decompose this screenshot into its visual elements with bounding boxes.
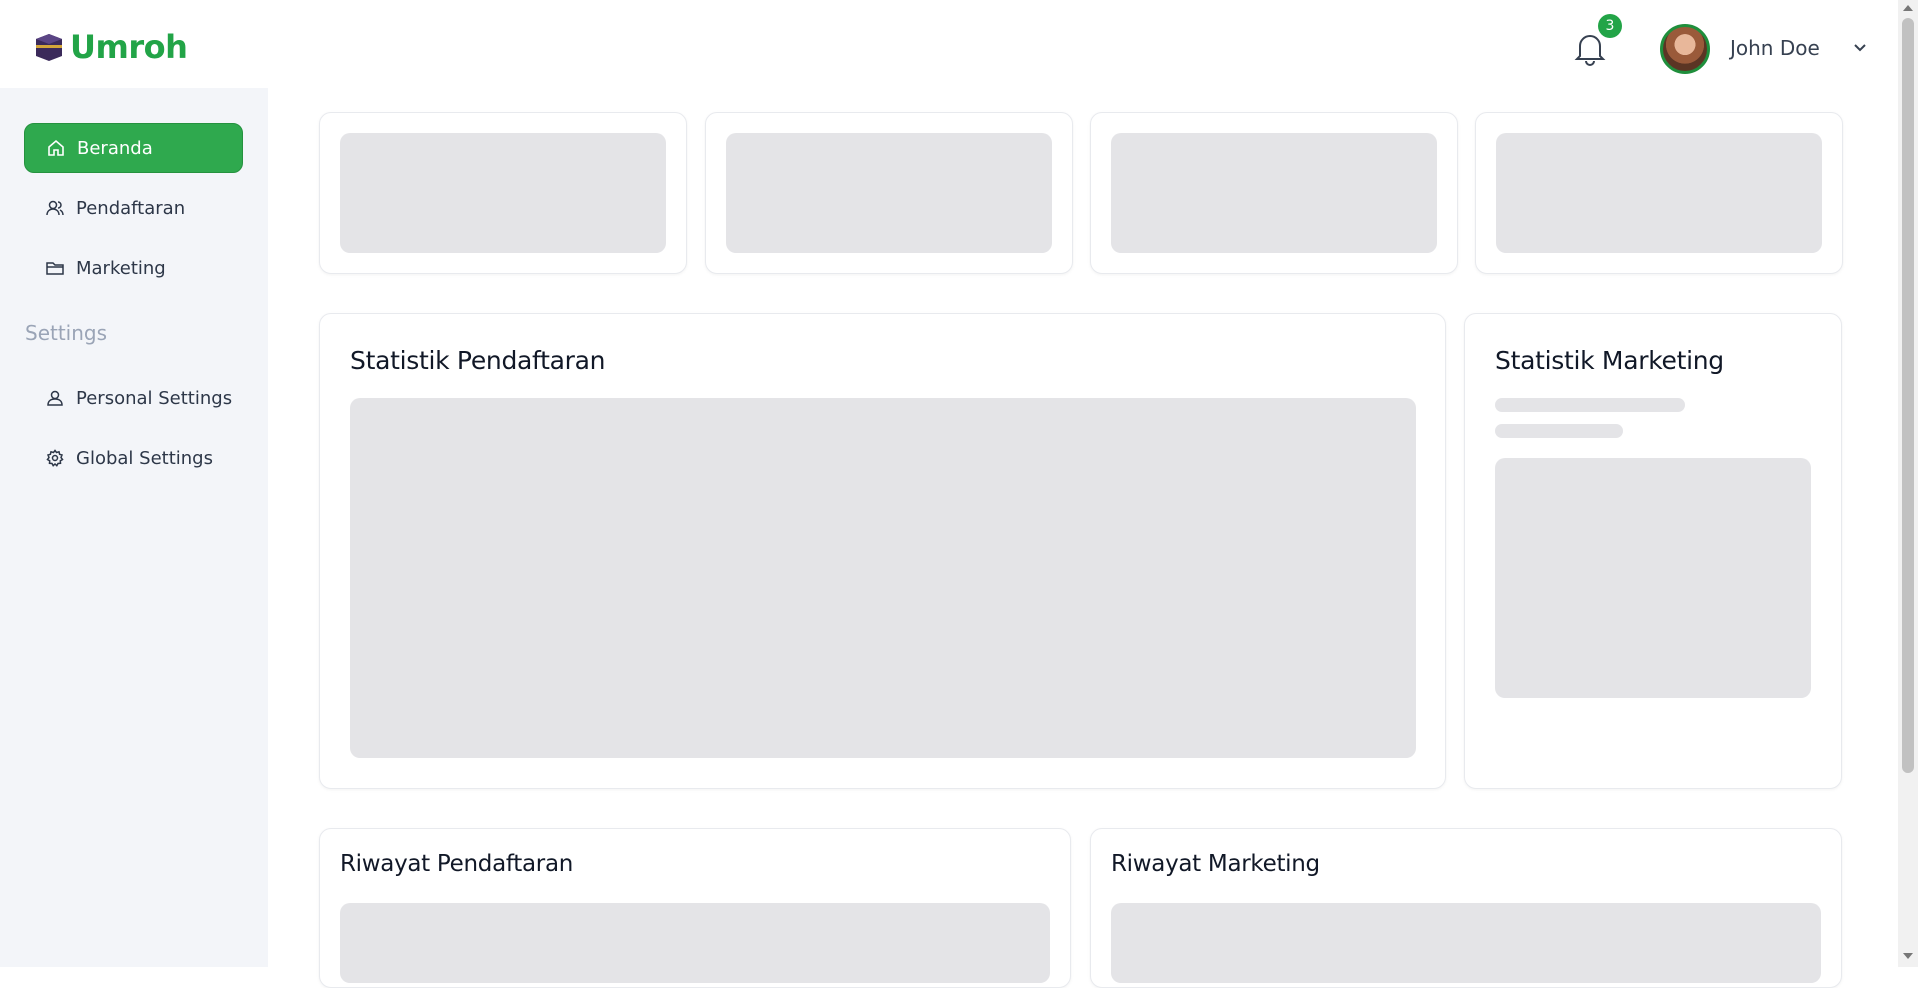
home-icon xyxy=(48,139,64,156)
chart-skeleton xyxy=(350,398,1416,758)
chevron-down-icon[interactable] xyxy=(1850,38,1870,58)
scroll-up-arrow-icon[interactable] xyxy=(1903,5,1913,11)
app-name: Umroh xyxy=(70,28,188,66)
stat-card xyxy=(1090,112,1458,274)
skeleton-line xyxy=(1495,398,1685,412)
card-title: Riwayat Marketing xyxy=(1111,851,1320,877)
notification-badge: 3 xyxy=(1598,14,1622,38)
card-title: Statistik Marketing xyxy=(1495,346,1724,375)
skeleton-placeholder xyxy=(1496,133,1822,253)
scroll-down-arrow-icon[interactable] xyxy=(1903,953,1913,959)
skeleton-placeholder xyxy=(340,133,666,253)
sidebar-item-personal-settings[interactable]: Personal Settings xyxy=(24,373,243,423)
sidebar: Beranda Pendaftaran Marketing Settings P… xyxy=(0,88,268,967)
sidebar-item-label: Global Settings xyxy=(76,447,213,469)
user-name[interactable]: John Doe xyxy=(1730,36,1820,60)
user-icon xyxy=(47,390,63,406)
table-skeleton xyxy=(1111,903,1821,983)
marketing-stats-card: Statistik Marketing xyxy=(1464,313,1842,789)
folder-icon xyxy=(46,262,64,275)
sidebar-item-global-settings[interactable]: Global Settings xyxy=(24,433,243,483)
avatar[interactable] xyxy=(1660,24,1710,74)
sidebar-item-marketing[interactable]: Marketing xyxy=(24,243,243,293)
registration-stats-card: Statistik Pendaftaran xyxy=(319,313,1446,789)
chart-skeleton xyxy=(1495,458,1811,698)
stat-card xyxy=(1475,112,1843,274)
table-skeleton xyxy=(340,903,1050,983)
sidebar-item-label: Beranda xyxy=(77,137,153,159)
marketing-history-card: Riwayat Marketing xyxy=(1090,828,1842,988)
sidebar-item-label: Pendaftaran xyxy=(76,197,186,219)
sidebar-item-label: Personal Settings xyxy=(76,387,233,409)
registration-history-card: Riwayat Pendaftaran xyxy=(319,828,1071,988)
scrollbar-thumb[interactable] xyxy=(1902,18,1914,773)
stat-card xyxy=(319,112,687,274)
stat-card xyxy=(705,112,1073,274)
kaaba-icon xyxy=(36,34,62,61)
skeleton-line xyxy=(1495,424,1623,438)
skeleton-placeholder xyxy=(726,133,1052,253)
top-bar: Umroh 3 John Doe xyxy=(0,0,1898,88)
card-title: Riwayat Pendaftaran xyxy=(340,851,574,877)
scrollbar[interactable] xyxy=(1898,0,1918,967)
gear-icon xyxy=(46,449,64,467)
settings-section-label: Settings xyxy=(25,321,108,345)
sidebar-item-pendaftaran[interactable]: Pendaftaran xyxy=(24,183,243,233)
users-icon xyxy=(46,200,64,216)
skeleton-placeholder xyxy=(1111,133,1437,253)
app-logo[interactable]: Umroh xyxy=(34,28,188,66)
sidebar-item-beranda[interactable]: Beranda xyxy=(24,123,243,173)
sidebar-item-label: Marketing xyxy=(76,257,166,279)
card-title: Statistik Pendaftaran xyxy=(350,346,606,375)
